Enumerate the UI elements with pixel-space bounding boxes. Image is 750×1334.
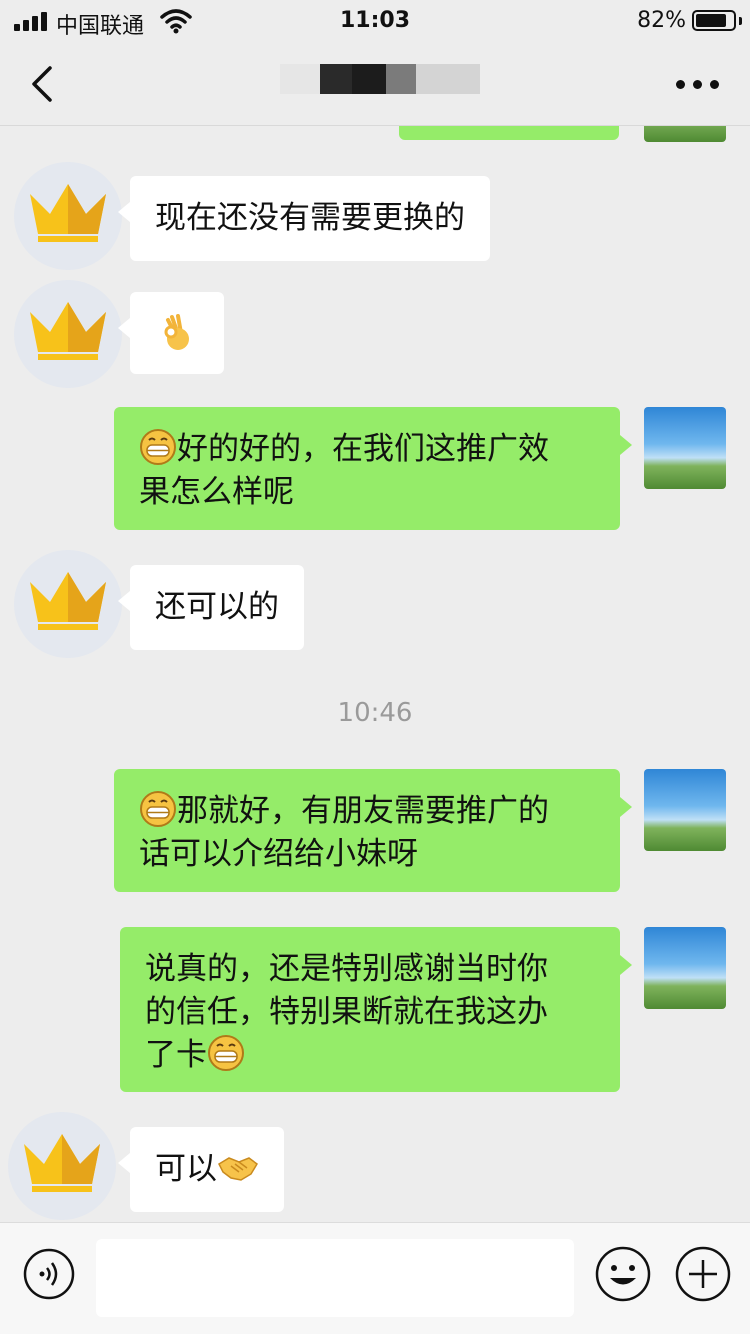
message-text-line3: 了卡 <box>145 1037 207 1073</box>
voice-icon[interactable] <box>22 1247 76 1301</box>
contact-name-redacted[interactable] <box>280 62 480 96</box>
message-bubble[interactable]: 可以 <box>118 1127 284 1212</box>
message-text: 现在还没有需要更换的 <box>155 200 465 236</box>
chat-header <box>0 42 750 126</box>
message-list[interactable]: 现在还没有需要更换的 好的好的，在我们这推广效 果怎么样呢 还可以的 10:46… <box>0 126 750 1222</box>
battery-level <box>696 14 726 27</box>
crown-icon <box>24 1134 100 1192</box>
back-arrow-icon[interactable] <box>28 64 58 104</box>
ok-hand-emoji <box>164 314 189 350</box>
message-bubble[interactable] <box>118 292 224 374</box>
grin-emoji <box>208 1035 244 1071</box>
message-text: 还可以的 <box>155 589 279 625</box>
contact-avatar[interactable] <box>14 550 122 658</box>
input-bar <box>0 1222 750 1334</box>
contact-avatar[interactable] <box>8 1112 116 1220</box>
crown-icon <box>30 302 106 360</box>
message-text-line2: 果怎么样呢 <box>139 474 294 510</box>
message-text-line1: 那就好，有朋友需要推广的 <box>177 793 549 829</box>
battery-icon <box>692 10 736 31</box>
grin-emoji <box>140 791 176 827</box>
contact-avatar[interactable] <box>14 280 122 388</box>
message-bubble[interactable]: 现在还没有需要更换的 <box>118 176 490 261</box>
timestamp-separator: 10:46 <box>337 698 413 728</box>
status-bar: 中国联通 11:03 82% <box>0 0 750 42</box>
my-avatar[interactable] <box>644 126 726 142</box>
message-text: 可以 <box>155 1151 217 1187</box>
previous-message-tail <box>399 126 619 140</box>
message-bubble[interactable]: 好的好的，在我们这推广效 果怎么样呢 <box>114 407 632 530</box>
message-bubble[interactable]: 那就好，有朋友需要推广的 话可以介绍给小妹呀 <box>114 769 632 892</box>
plus-icon[interactable] <box>674 1245 732 1303</box>
handshake-emoji <box>218 1157 258 1181</box>
battery-percent: 82% <box>637 8 686 33</box>
my-avatar[interactable] <box>644 407 726 489</box>
crown-icon <box>30 184 106 242</box>
message-text-line2: 话可以介绍给小妹呀 <box>139 836 418 872</box>
message-text-line2: 的信任，特别果断就在我这办 <box>145 994 548 1030</box>
message-bubble[interactable]: 说真的，还是特别感谢当时你 的信任，特别果断就在我这办 了卡 <box>120 927 632 1092</box>
message-input[interactable] <box>96 1239 574 1317</box>
more-options-icon[interactable] <box>676 80 720 90</box>
battery-cap <box>739 17 742 25</box>
grin-emoji <box>140 429 176 465</box>
message-text-line1: 好的好的，在我们这推广效 <box>177 431 549 467</box>
message-bubble[interactable]: 还可以的 <box>118 565 304 650</box>
emoji-icon[interactable] <box>594 1245 652 1303</box>
message-text-line1: 说真的，还是特别感谢当时你 <box>145 951 548 987</box>
contact-avatar[interactable] <box>14 162 122 270</box>
my-avatar[interactable] <box>644 927 726 1009</box>
crown-icon <box>30 572 106 630</box>
my-avatar[interactable] <box>644 769 726 851</box>
